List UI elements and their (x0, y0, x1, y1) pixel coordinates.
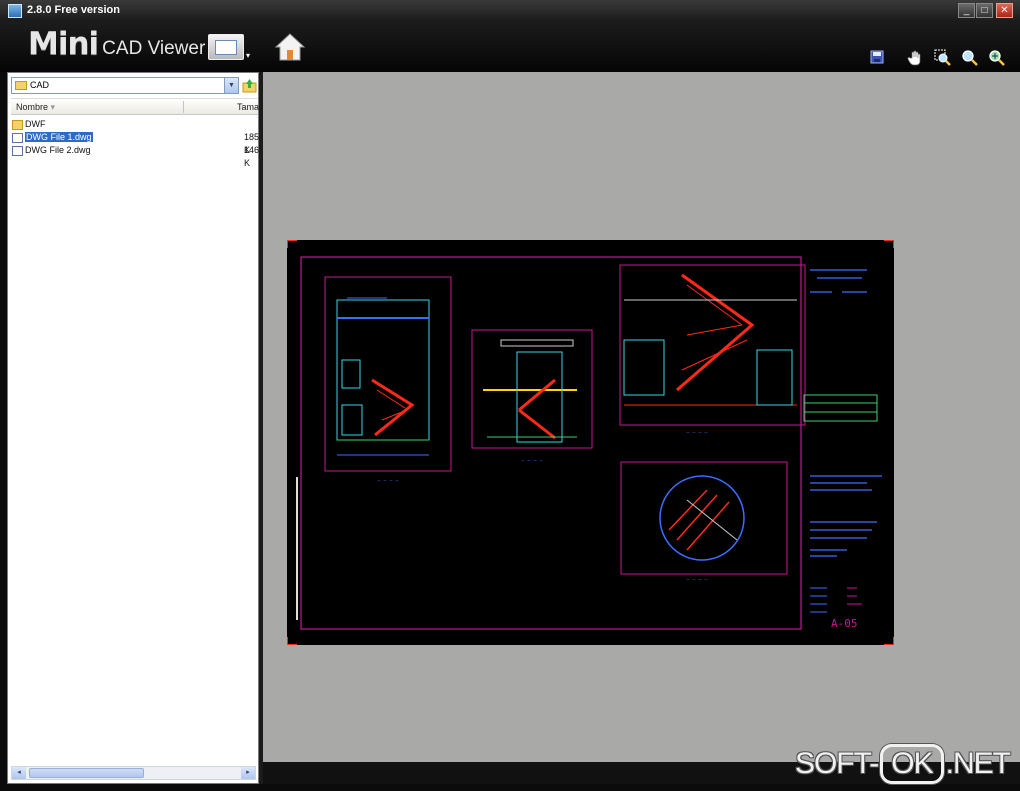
detail-section-2: — — — — (471, 329, 593, 464)
file-browser-panel: CAD ▼ Nombre ▾ Tamañ DWF DWG File 1.dwg … (7, 72, 264, 784)
folder-dropdown-value: CAD (30, 80, 50, 90)
zoom-window-button[interactable] (934, 49, 952, 67)
sheet-number: A-05 (831, 617, 858, 630)
zoom-extents-button[interactable] (988, 49, 1006, 67)
list-item-folder[interactable]: DWF (12, 118, 258, 131)
zoom-in-button[interactable] (961, 49, 979, 67)
zoom-in-icon (962, 50, 978, 66)
column-header-name[interactable]: Nombre ▾ (16, 102, 55, 113)
maximize-button[interactable]: □ (976, 3, 993, 18)
pan-hand-icon (907, 50, 921, 66)
close-button[interactable]: ✕ (996, 3, 1013, 18)
folder-icon (12, 119, 23, 130)
title-bar: 2.8.0 Free version _ □ ✕ (0, 0, 1020, 22)
sheet-corner-marks (286, 239, 895, 646)
list-item-name: DWG File 1.dwg (25, 132, 93, 142)
logo-mini-text: Mini (28, 26, 99, 62)
list-item-file[interactable]: DWG File 1.dwg 185 K (12, 131, 259, 155)
title-block: A-05 (800, 257, 882, 630)
column-divider[interactable] (183, 101, 184, 113)
folder-dropdown[interactable]: CAD ▼ (11, 77, 239, 94)
home-icon (274, 33, 306, 61)
zoom-window-icon (934, 49, 951, 66)
folder-icon (15, 81, 27, 90)
sort-arrow-icon: ▾ (50, 102, 56, 112)
cad-drawing-sheet[interactable]: — — — — — — — — — — — — — — — — A-05 (286, 239, 895, 646)
view-menu-arrow-icon[interactable]: ▾ (246, 51, 250, 60)
list-item-size: 146 K (244, 145, 260, 168)
list-item-name: DWF (25, 119, 46, 129)
cad-drawing: — — — — — — — — — — — — — — — — A-05 (286, 239, 895, 646)
zoom-extents-icon (989, 50, 1005, 66)
up-folder-button[interactable] (242, 77, 257, 94)
dwg-file-icon (12, 145, 23, 156)
scroll-right-icon[interactable]: ▸ (241, 767, 255, 779)
scroll-left-icon[interactable]: ◂ (12, 767, 26, 779)
watermark-logo: SOFT- OK .NET (795, 744, 1011, 784)
logo-cad-viewer-text: CAD Viewer (102, 38, 206, 59)
home-button[interactable] (274, 31, 306, 63)
save-icon (870, 50, 884, 64)
list-item-file[interactable]: DWG File 2.dwg 146 K (12, 144, 259, 168)
save-button[interactable] (868, 49, 886, 67)
app-window: 2.8.0 Free version _ □ ✕ Mini CAD Viewer … (0, 0, 1020, 791)
drawing-canvas[interactable]: — — — — — — — — — — — — — — — — A-05 (263, 72, 1020, 762)
svg-text:— — — —: — — — — (686, 577, 708, 583)
chevron-down-icon[interactable]: ▼ (224, 78, 238, 93)
window-view-icon (215, 40, 237, 55)
pan-button[interactable] (907, 49, 925, 67)
main-toolbar: Mini CAD Viewer ▾ (0, 22, 1020, 72)
scrollbar-thumb[interactable] (29, 768, 144, 778)
app-logo: Mini CAD Viewer (28, 26, 205, 62)
view-mode-button[interactable] (208, 34, 244, 60)
svg-text:— — — —: — — — — (377, 478, 399, 484)
horizontal-scrollbar[interactable]: ◂ ▸ (11, 766, 256, 780)
detail-section-1: — — — — (324, 276, 452, 484)
detail-section-3: — — — — (619, 264, 806, 436)
app-icon (8, 4, 22, 18)
list-item-name: DWG File 2.dwg (25, 145, 91, 155)
minimize-button[interactable]: _ (958, 3, 975, 18)
up-folder-icon (242, 79, 257, 93)
dwg-file-icon (12, 132, 23, 143)
window-title: 2.8.0 Free version (27, 4, 120, 16)
file-list-header: Nombre ▾ Tamañ (11, 98, 264, 115)
svg-text:— — — —: — — — — (686, 430, 708, 436)
svg-text:— — — —: — — — — (521, 458, 543, 464)
detail-circle: — — — — (620, 461, 788, 583)
